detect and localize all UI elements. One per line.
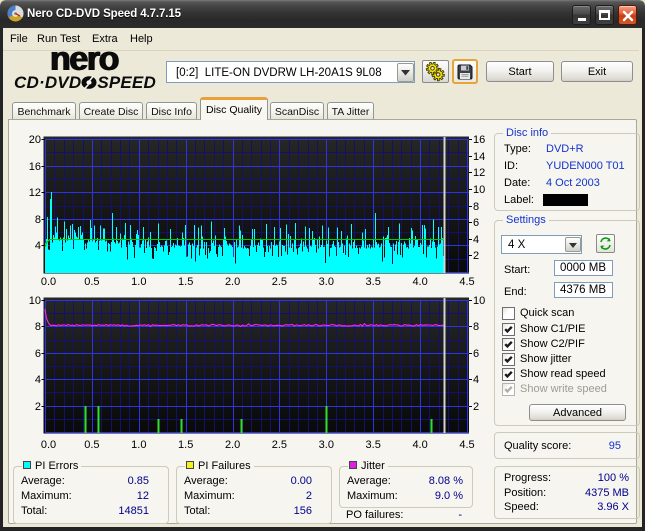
svg-text:4.0: 4.0	[412, 439, 427, 451]
svg-text:1.0: 1.0	[131, 439, 146, 451]
svg-text:4.5: 4.5	[459, 439, 474, 451]
svg-text:0.0: 0.0	[41, 276, 56, 288]
svg-text:16: 16	[473, 134, 485, 146]
svg-text:16: 16	[29, 161, 41, 173]
svg-text:3.0: 3.0	[319, 276, 334, 288]
svg-text:14: 14	[473, 151, 485, 163]
svg-text:1.5: 1.5	[178, 276, 193, 288]
svg-text:1.5: 1.5	[178, 439, 193, 451]
svg-text:8: 8	[35, 214, 41, 226]
svg-text:10: 10	[473, 184, 485, 196]
svg-text:4: 4	[473, 234, 479, 246]
svg-text:2.0: 2.0	[225, 276, 240, 288]
svg-text:10: 10	[29, 295, 41, 307]
svg-text:2.5: 2.5	[272, 439, 287, 451]
svg-text:4: 4	[473, 374, 479, 386]
svg-text:12: 12	[29, 187, 41, 199]
svg-text:4: 4	[35, 374, 41, 386]
svg-text:0.0: 0.0	[41, 439, 56, 451]
svg-text:3.5: 3.5	[366, 439, 381, 451]
svg-text:4: 4	[35, 240, 41, 252]
svg-text:2: 2	[35, 401, 41, 413]
svg-text:6: 6	[473, 217, 479, 229]
svg-text:20: 20	[29, 134, 41, 146]
svg-text:8: 8	[473, 201, 479, 213]
svg-text:3.0: 3.0	[319, 439, 334, 451]
svg-text:2.0: 2.0	[225, 439, 240, 451]
svg-text:8: 8	[473, 321, 479, 333]
svg-text:0.5: 0.5	[84, 276, 99, 288]
svg-text:1.0: 1.0	[131, 276, 146, 288]
svg-text:4.0: 4.0	[412, 276, 427, 288]
svg-text:3.5: 3.5	[366, 276, 381, 288]
svg-text:2: 2	[473, 250, 479, 262]
svg-text:6: 6	[473, 348, 479, 360]
svg-text:6: 6	[35, 348, 41, 360]
svg-text:4.5: 4.5	[459, 276, 474, 288]
svg-text:12: 12	[473, 167, 485, 179]
svg-text:2.5: 2.5	[272, 276, 287, 288]
svg-text:0.5: 0.5	[84, 439, 99, 451]
svg-text:2: 2	[473, 401, 479, 413]
svg-text:10: 10	[473, 295, 485, 307]
svg-text:8: 8	[35, 321, 41, 333]
